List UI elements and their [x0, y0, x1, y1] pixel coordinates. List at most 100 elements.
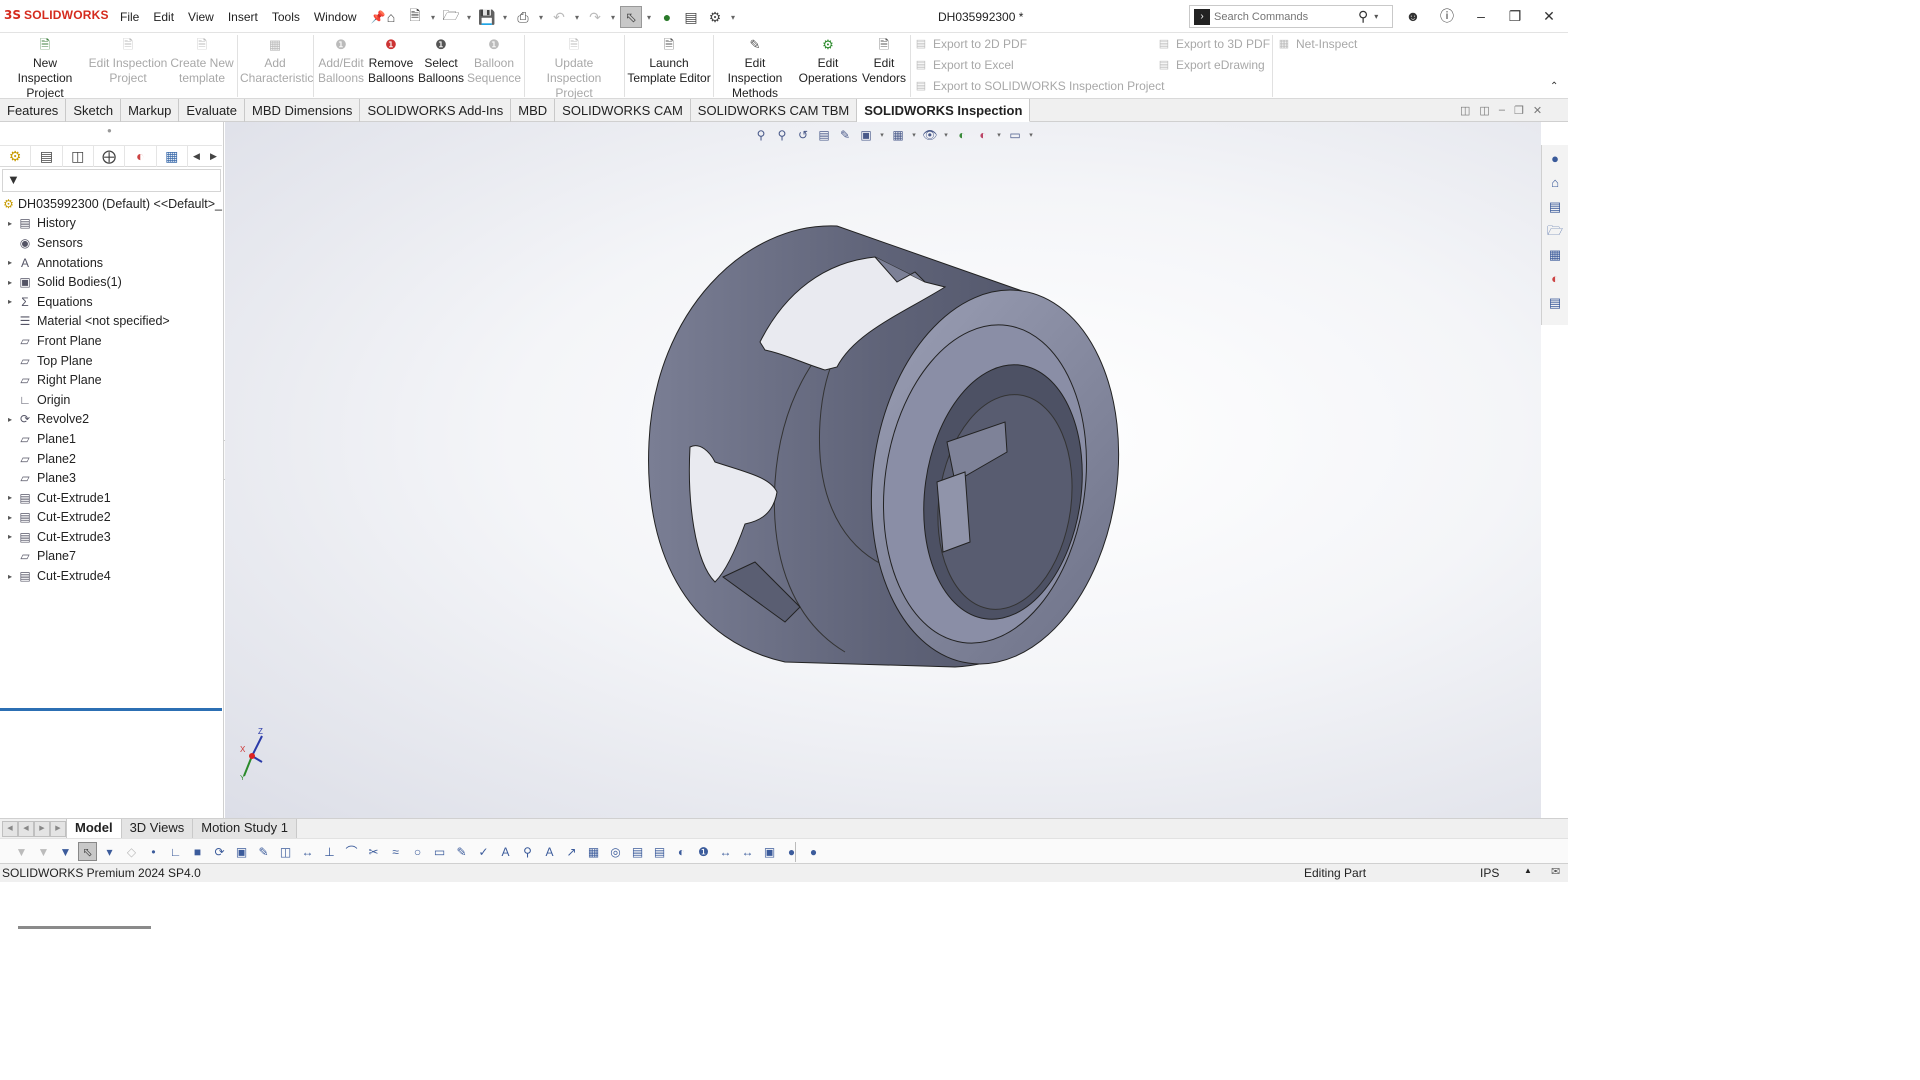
rollback-bar[interactable]	[0, 708, 222, 711]
search-scope-icon[interactable]: ›	[1194, 8, 1210, 25]
chevron-down-icon[interactable]: ▾	[100, 842, 119, 861]
menu-edit[interactable]: Edit	[146, 10, 181, 24]
cam-manager-tab-icon[interactable]: ▦	[157, 145, 188, 167]
tab-solidworks-cam[interactable]: SOLIDWORKS CAM	[555, 99, 691, 122]
export-sw-inspection-project-button[interactable]: ▤ Export to SOLIDWORKS Inspection Project	[914, 79, 1165, 93]
note-icon[interactable]: A	[540, 842, 559, 861]
surface-icon[interactable]: ◐	[672, 842, 691, 861]
file-explorer-icon[interactable]: 🗁	[1545, 221, 1565, 241]
appearances-icon[interactable]: ◐	[1545, 269, 1565, 289]
zoom-to-fit-icon[interactable]: ⚲	[752, 126, 770, 144]
net-inspect-button[interactable]: ▦ Net-Inspect	[1277, 37, 1358, 51]
extrude-icon[interactable]: ▣	[232, 842, 251, 861]
chevron-down-icon[interactable]: ▾	[644, 13, 654, 22]
tab-sketch[interactable]: Sketch	[66, 99, 122, 122]
solidworks-resources-icon[interactable]: ●	[1545, 149, 1565, 169]
tab-solidworks-inspection[interactable]: SOLIDWORKS Inspection	[857, 99, 1031, 122]
tab-mbd-dimensions[interactable]: MBD Dimensions	[245, 99, 361, 122]
last-tab-icon[interactable]: ▶	[50, 820, 66, 837]
restore-icon[interactable]: ❐	[1504, 8, 1526, 25]
section-view-icon[interactable]: ▤	[815, 126, 833, 144]
edit-inspection-methods-button[interactable]: ✎ Edit Inspection Methods	[716, 37, 794, 101]
minimize-icon[interactable]: –	[1470, 8, 1492, 24]
launch-template-editor-button[interactable]: 🗎 Launch Template Editor	[627, 37, 711, 86]
export-3d-pdf-button[interactable]: ▤ Export to 3D PDF	[1157, 37, 1270, 51]
pin-icon[interactable]: ●	[782, 842, 801, 861]
check-icon[interactable]: ✓	[474, 842, 493, 861]
edit-appearance-icon[interactable]: ◐	[953, 126, 971, 144]
export-excel-button[interactable]: ▤ Export to Excel	[914, 58, 1014, 72]
tree-node-plane7[interactable]: ▱ Plane7	[0, 547, 222, 567]
open-folder-icon[interactable]: 🗁	[440, 6, 462, 28]
expand-arrow-icon[interactable]: ▸	[3, 532, 17, 541]
filter-edges-icon[interactable]: ▼	[34, 842, 53, 861]
chevron-down-icon[interactable]: ▾	[1374, 12, 1378, 21]
chevron-down-icon[interactable]: ▾	[608, 13, 618, 22]
search-input[interactable]	[1214, 10, 1354, 23]
point-icon[interactable]: •	[144, 842, 163, 861]
filter-icon[interactable]: ▼	[12, 842, 31, 861]
next-tab-icon[interactable]: ▶	[34, 820, 50, 837]
hide-show-items-icon[interactable]: 👁	[921, 126, 939, 144]
graphics-area[interactable]	[225, 122, 1541, 818]
expand-arrow-icon[interactable]: ▸	[3, 278, 17, 287]
chevron-down-icon[interactable]: ▾	[500, 13, 510, 22]
custom-properties-icon[interactable]: ▤	[1545, 293, 1565, 313]
expand-arrow-icon[interactable]: ▸	[3, 297, 17, 306]
search-icon[interactable]: ⚲	[1358, 8, 1368, 25]
zoom-icon[interactable]: ⚲	[518, 842, 537, 861]
new-inspection-project-button[interactable]: 🗎 New Inspection Project	[4, 37, 86, 101]
tree-node-plane3[interactable]: ▱ Plane3	[0, 468, 222, 488]
print-icon[interactable]: ⎙	[512, 6, 534, 28]
close-icon[interactable]: ✕	[1538, 8, 1560, 25]
chevron-down-icon[interactable]: ▾	[1027, 126, 1035, 144]
expand-arrow-icon[interactable]: ▸	[3, 258, 17, 267]
relation-icon[interactable]: ⊥	[320, 842, 339, 861]
tree-node-cut-extrude3[interactable]: ▸ ▤ Cut-Extrude3	[0, 527, 222, 547]
table-icon[interactable]: ▦	[584, 842, 603, 861]
prev-tab-icon[interactable]: ◀	[18, 820, 34, 837]
dimxpert-manager-tab-icon[interactable]: ⨁	[94, 145, 126, 167]
display-manager-tab-icon[interactable]: ◐	[125, 145, 157, 167]
tab-mbd[interactable]: MBD	[511, 99, 556, 122]
file-properties-icon[interactable]: ▤	[680, 6, 702, 28]
undo-icon[interactable]: ↶	[548, 6, 570, 28]
tree-node-plane2[interactable]: ▱ Plane2	[0, 449, 222, 469]
tree-node-revolve2[interactable]: ▸ ⟳ Revolve2	[0, 410, 222, 430]
mirror-icon[interactable]: ◫	[276, 842, 295, 861]
chevron-down-icon[interactable]: ▾	[428, 13, 438, 22]
create-new-template-button[interactable]: 🗎 Create New template	[170, 37, 234, 86]
expand-arrow-icon[interactable]: ▸	[3, 513, 17, 522]
gtol-icon[interactable]: ▤	[650, 842, 669, 861]
tree-node-sensors[interactable]: ◉ Sensors	[0, 233, 222, 253]
tab-motion-study-1[interactable]: Motion Study 1	[193, 819, 297, 838]
tree-node-cut-extrude2[interactable]: ▸ ▤ Cut-Extrude2	[0, 508, 222, 528]
add-characteristic-button[interactable]: ▦ Add Characteristic	[240, 37, 313, 86]
zoom-to-area-icon[interactable]: ⚲	[773, 126, 791, 144]
text-icon[interactable]: A	[496, 842, 515, 861]
select-balloons-button[interactable]: ❶ Select Balloons	[417, 37, 465, 86]
paint-icon[interactable]: ✎	[452, 842, 471, 861]
pane-handle-icon[interactable]: ●	[107, 126, 112, 135]
chevron-down-icon[interactable]: ▾	[878, 126, 886, 144]
expand-arrow-icon[interactable]: ▸	[3, 219, 17, 228]
feature-manager-tab-icon[interactable]: ⚙	[0, 145, 32, 167]
chevron-down-icon[interactable]: ▾	[995, 126, 1003, 144]
circle-icon[interactable]: ○	[408, 842, 427, 861]
chevron-down-icon[interactable]: ▾	[910, 126, 918, 144]
sketch-icon[interactable]: ✎	[254, 842, 273, 861]
chat-icon[interactable]: ✉	[1551, 865, 1560, 878]
new-document-icon[interactable]: 🗎	[404, 6, 426, 28]
tree-node-solid-bodies-1[interactable]: ▸ ▣ Solid Bodies(1)	[0, 272, 222, 292]
edit-inspection-project-button[interactable]: 🗎 Edit Inspection Project	[88, 37, 168, 86]
redo-icon[interactable]: ↷	[584, 6, 606, 28]
spline-icon[interactable]: ≈	[386, 842, 405, 861]
tile-left-icon[interactable]: ◫	[1460, 104, 1470, 117]
tree-node-front-plane[interactable]: ▱ Front Plane	[0, 331, 222, 351]
tab-markup[interactable]: Markup	[121, 99, 180, 122]
chevron-left-icon[interactable]: ◀	[188, 145, 205, 167]
expand-arrow-icon[interactable]: ▸	[3, 493, 17, 502]
options-gear-icon[interactable]: ⚙	[704, 6, 726, 28]
design-library-icon[interactable]: ▤	[1545, 197, 1565, 217]
camera-icon[interactable]: ▣	[760, 842, 779, 861]
